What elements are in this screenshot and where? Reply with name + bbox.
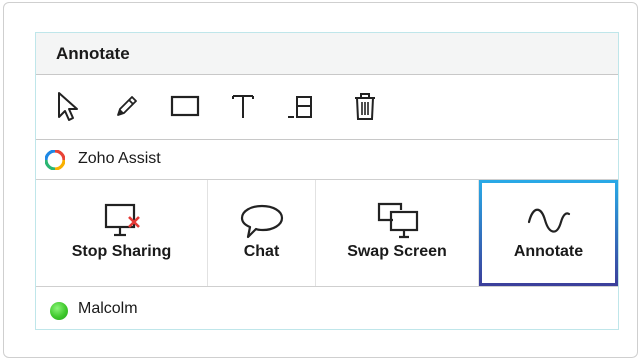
window-frame: Annotate Zoho Assist Stop Sharing Chat S… (3, 2, 638, 358)
rectangle-tool-button[interactable] (168, 89, 202, 123)
annotate-button[interactable]: Annotate (479, 180, 618, 286)
annotation-toolbar (36, 75, 618, 140)
session-actions: Stop Sharing Chat Swap Screen Annotate (36, 180, 618, 287)
text-tool-button[interactable] (226, 89, 260, 123)
user-bar: Malcolm (36, 287, 618, 329)
panel-header: Annotate (36, 33, 618, 75)
select-tool-button[interactable] (50, 89, 84, 123)
swap-screen-label: Swap Screen (347, 243, 447, 260)
pencil-tool-button[interactable] (110, 89, 144, 123)
layout-tool-button[interactable] (284, 89, 318, 123)
annotate-label: Annotate (513, 243, 584, 260)
layout-icon (288, 96, 312, 118)
swap-screen-button[interactable]: Swap Screen (316, 180, 479, 286)
annotate-panel: Annotate Zoho Assist Stop Sharing Chat S… (35, 32, 619, 330)
chat-button[interactable]: Chat (208, 180, 316, 286)
pencil-icon (117, 96, 137, 116)
zoho-assist-logo-icon (45, 150, 65, 170)
rectangle-icon (170, 95, 200, 117)
stop-sharing-monitor-icon (104, 203, 140, 237)
app-name: Zoho Assist (78, 150, 161, 167)
user-name: Malcolm (78, 300, 138, 317)
stop-sharing-label: Stop Sharing (71, 243, 172, 260)
swap-screen-icon (377, 202, 419, 239)
cursor-arrow-icon (58, 92, 78, 121)
stop-sharing-button[interactable]: Stop Sharing (36, 180, 208, 286)
panel-title: Annotate (56, 44, 130, 63)
delete-tool-button[interactable] (348, 89, 382, 123)
text-icon (232, 95, 254, 118)
online-status-icon (50, 302, 68, 320)
chat-label: Chat (243, 243, 280, 260)
app-bar: Zoho Assist (36, 140, 618, 180)
chat-bubble-icon (240, 204, 283, 239)
trash-icon (355, 93, 375, 120)
annotate-wave-icon (527, 208, 570, 233)
